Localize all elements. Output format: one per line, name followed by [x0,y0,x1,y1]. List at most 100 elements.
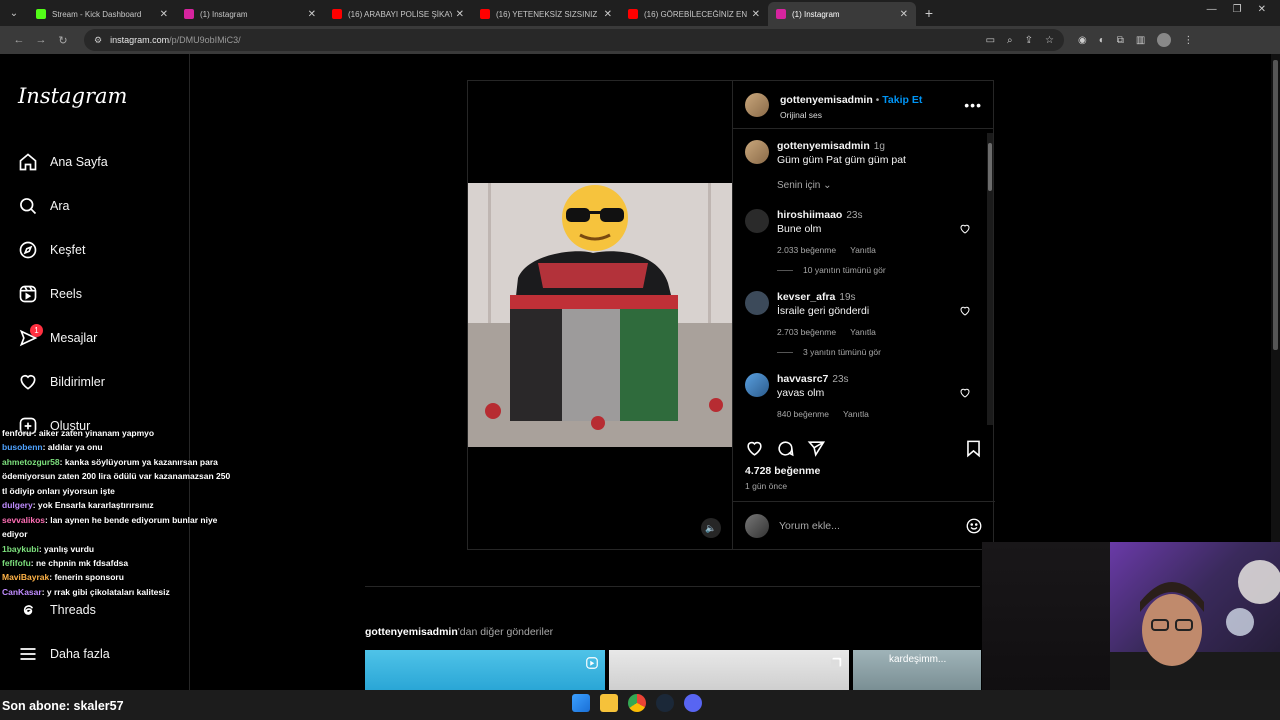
page-scrollbar-thumb[interactable] [1273,60,1278,350]
discord-icon[interactable] [684,694,702,712]
like-icon[interactable] [745,439,764,458]
browser-tab[interactable]: (16) YETENEKSİZ SIZSINIZ 1. BÖ ✕ [472,2,620,26]
audio-label[interactable]: Orijinal ses [780,110,922,120]
minimize-icon[interactable]: — [1207,4,1217,20]
chat-text: : aldılar ya onu [42,442,103,453]
view-replies-button[interactable]: 10 yanıtın tümünü gör [777,265,975,275]
sidebar-toggle-icon[interactable]: ▥ [1136,35,1145,46]
share-icon[interactable] [807,439,826,458]
grid-post[interactable] [365,650,605,690]
like-comment-icon[interactable] [959,223,971,235]
chat-username: 1baykubi [2,543,39,554]
main-nav: Ana Sayfa Ara Keşfet Reels 1 Mesajlar Bi… [18,140,108,448]
browser-tab[interactable]: (1) Instagram ✕ [768,2,916,26]
save-bookmark-icon[interactable] [964,439,983,458]
file-explorer-icon[interactable] [600,694,618,712]
nav-explore[interactable]: Keşfet [18,228,108,272]
more-posts-username[interactable]: gottenyemisadmin [365,626,458,638]
nav-search[interactable]: Ara [18,184,108,228]
profile-avatar[interactable] [1157,33,1172,47]
chat-text: fenforu : aiker zaten yinanam yapmyo [2,428,155,438]
steam-icon[interactable] [656,694,674,712]
close-window-icon[interactable]: ✕ [1258,4,1266,20]
caption-username[interactable]: gottenyemisadmin [777,140,870,152]
reply-button[interactable]: Yanıtla [850,245,876,255]
comment-likes[interactable]: 840 beğenme [777,409,829,419]
comment: havvasrc7 23s yavas olm 840 beğenme Yanıtl… [745,373,975,419]
bookmark-star-icon[interactable]: ☆ [1045,35,1054,46]
comments-scrollbar[interactable] [987,133,993,425]
close-tab-icon[interactable]: ✕ [456,9,464,20]
post-likes[interactable]: 4.728 beğenme [745,465,820,477]
scrollbar-thumb[interactable] [988,143,992,191]
zoom-icon[interactable]: ⌕ [1007,35,1013,46]
author-avatar[interactable] [745,140,769,164]
carousel-icon [830,657,842,669]
author-avatar[interactable] [745,92,769,117]
tab-title: (16) ARABAYI POLİSE ŞİKAYET E [348,9,452,19]
maximize-icon[interactable]: ❐ [1233,4,1242,20]
nav-reels[interactable]: Reels [18,272,108,316]
chrome-icon[interactable] [628,694,646,712]
reload-icon[interactable]: ↻ [52,34,74,47]
browser-tab[interactable]: Stream - Kick Dashboard ✕ [28,2,176,26]
author-username[interactable]: gottenyemisadmin [780,94,873,106]
browser-tabbar: ⌄ Stream - Kick Dashboard ✕ (1) Instagram ✕… [0,0,1280,26]
forward-icon[interactable]: → [30,34,52,46]
post-media[interactable]: 🔈 [468,81,732,549]
comment-username[interactable]: havvasrc7 [777,373,828,385]
nav-home[interactable]: Ana Sayfa [18,140,108,184]
new-tab-button[interactable]: + [916,5,942,21]
browser-tab[interactable]: (16) ARABAYI POLİSE ŞİKAYET E ✕ [324,2,472,26]
extensions-puzzle-icon[interactable]: ⧉ [1117,35,1124,46]
view-replies-button[interactable]: 3 yanıtın tümünü gör [777,347,975,357]
grid-post[interactable] [609,650,849,690]
mute-button[interactable]: 🔈 [701,518,721,538]
browser-menu-icon[interactable]: ⋮ [1183,35,1193,46]
grid-post[interactable]: kardeşimm... [853,650,981,690]
comment-sort-dropdown[interactable]: Senin için ⌄ [777,180,975,191]
back-icon[interactable]: ← [8,34,30,46]
comment-username[interactable]: kevser_afra [777,291,835,303]
reply-button[interactable]: Yanıtla [843,409,869,419]
comment-icon[interactable] [776,439,795,458]
extension-icon[interactable]: ◉ [1078,35,1087,46]
post-date[interactable]: 1 gün önce [745,481,787,491]
close-tab-icon[interactable]: ✕ [160,9,168,20]
nav-messages[interactable]: 1 Mesajlar [18,316,108,360]
url-field[interactable]: ⚙ instagram.com/p/DMU9obIMiC3/ ▭ ⌕ ⇪ ☆ [84,29,1064,51]
like-comment-icon[interactable] [959,387,971,399]
comment-input[interactable] [779,519,965,532]
close-tab-icon[interactable]: ✕ [604,9,612,20]
emoji-icon[interactable] [965,517,983,535]
commenter-avatar[interactable] [745,209,769,233]
close-tab-icon[interactable]: ✕ [308,9,316,20]
chat-message: CanKasar: y rrak gibi çikolataları kalit… [0,585,232,599]
close-tab-icon[interactable]: ✕ [900,9,908,20]
comment-username[interactable]: hiroshiimaao [777,209,842,221]
comment-likes[interactable]: 2.703 beğenme [777,327,836,337]
commenter-avatar[interactable] [745,373,769,397]
comments-list[interactable]: gottenyemisadmin 1g Güm güm Pat güm güm p… [733,130,987,426]
chat-text: : ne chpnin mk fdsafdsa [30,557,129,568]
share-icon[interactable]: ⇪ [1025,35,1033,46]
nav-label: Ana Sayfa [50,155,108,169]
extension-icon[interactable]: ◐ [1099,35,1105,46]
instagram-logo[interactable]: Instagram [18,84,127,108]
commenter-avatar[interactable] [745,291,769,315]
more-options-icon[interactable]: ••• [964,97,982,113]
browser-tab[interactable]: (1) Instagram ✕ [176,2,324,26]
windows-start-icon[interactable] [572,694,590,712]
browser-tab[interactable]: (16) GÖREBİLECEĞİNİZ EN ŞEY ✕ [620,2,768,26]
nav-more[interactable]: Daha fazla [18,632,110,676]
follow-button[interactable]: Takip Et [882,94,922,106]
post-photo[interactable] [468,183,732,447]
like-comment-icon[interactable] [959,305,971,317]
cast-icon[interactable]: ▭ [986,35,995,46]
nav-notifications[interactable]: Bildirimler [18,360,108,404]
site-info-icon[interactable]: ⚙ [94,35,102,46]
reply-button[interactable]: Yanıtla [850,327,876,337]
tab-search-icon[interactable]: ⌄ [0,8,28,19]
comment-likes[interactable]: 2.033 beğenme [777,245,836,255]
close-tab-icon[interactable]: ✕ [752,9,760,20]
